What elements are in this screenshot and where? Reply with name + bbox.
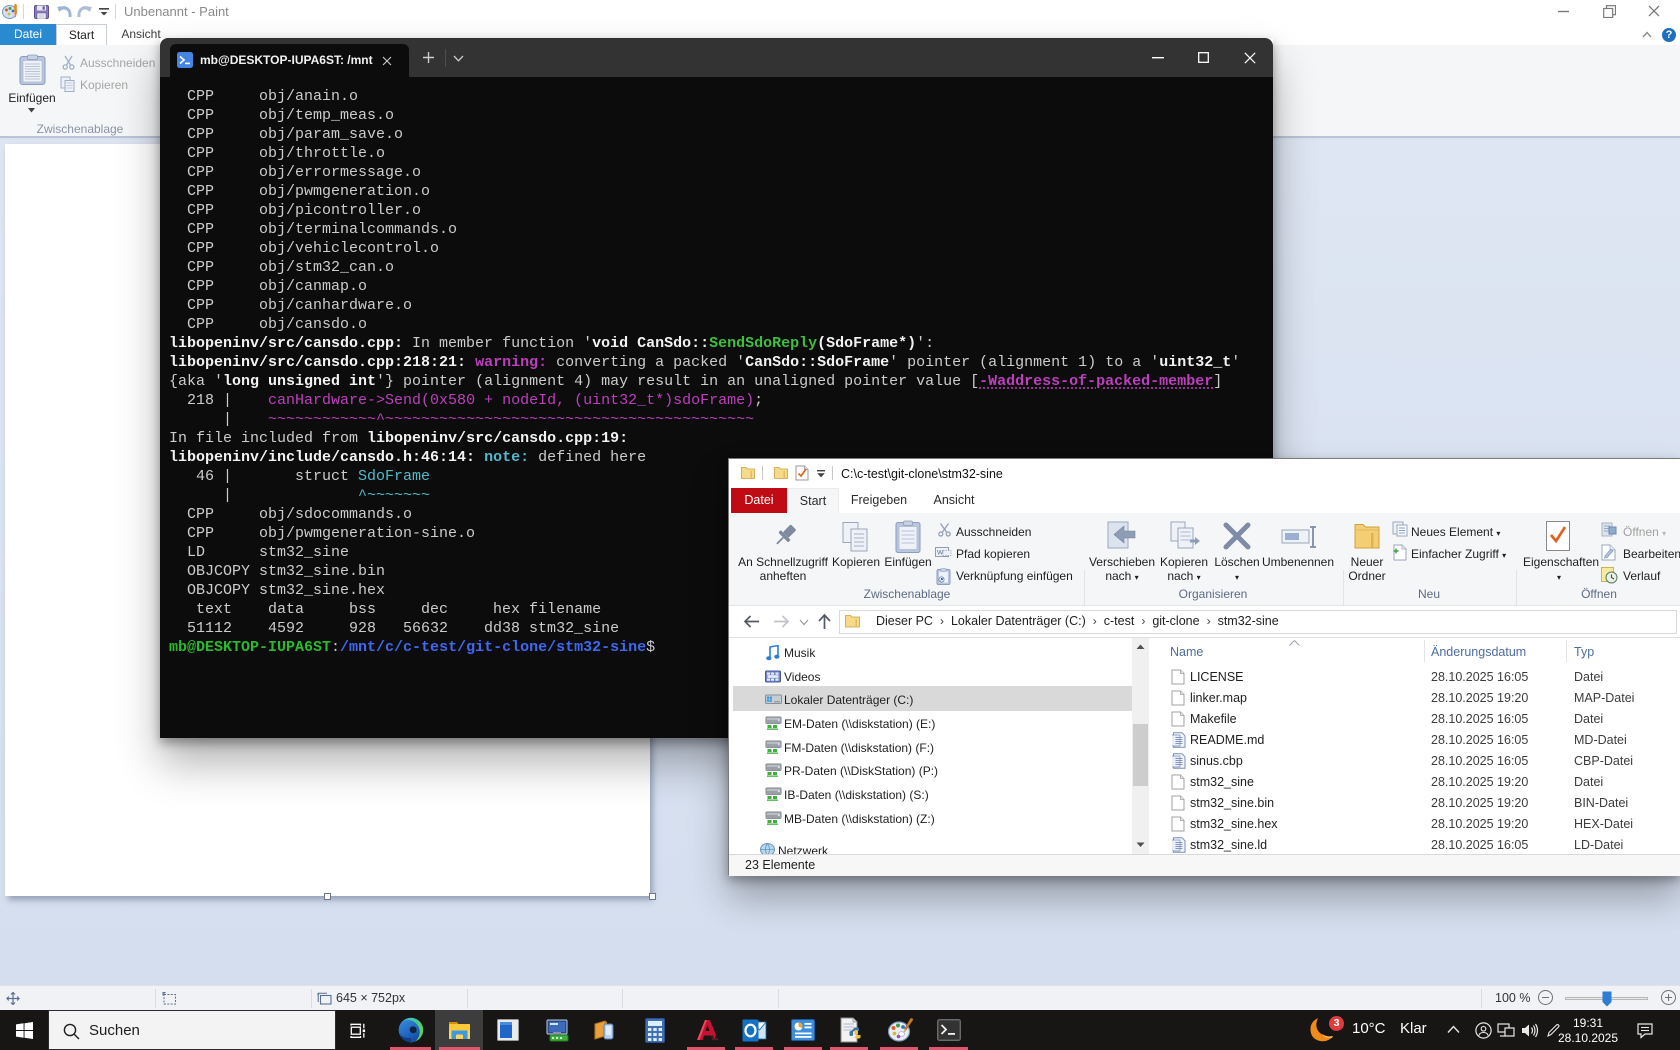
svg-text:M: M [711, 1035, 718, 1043]
